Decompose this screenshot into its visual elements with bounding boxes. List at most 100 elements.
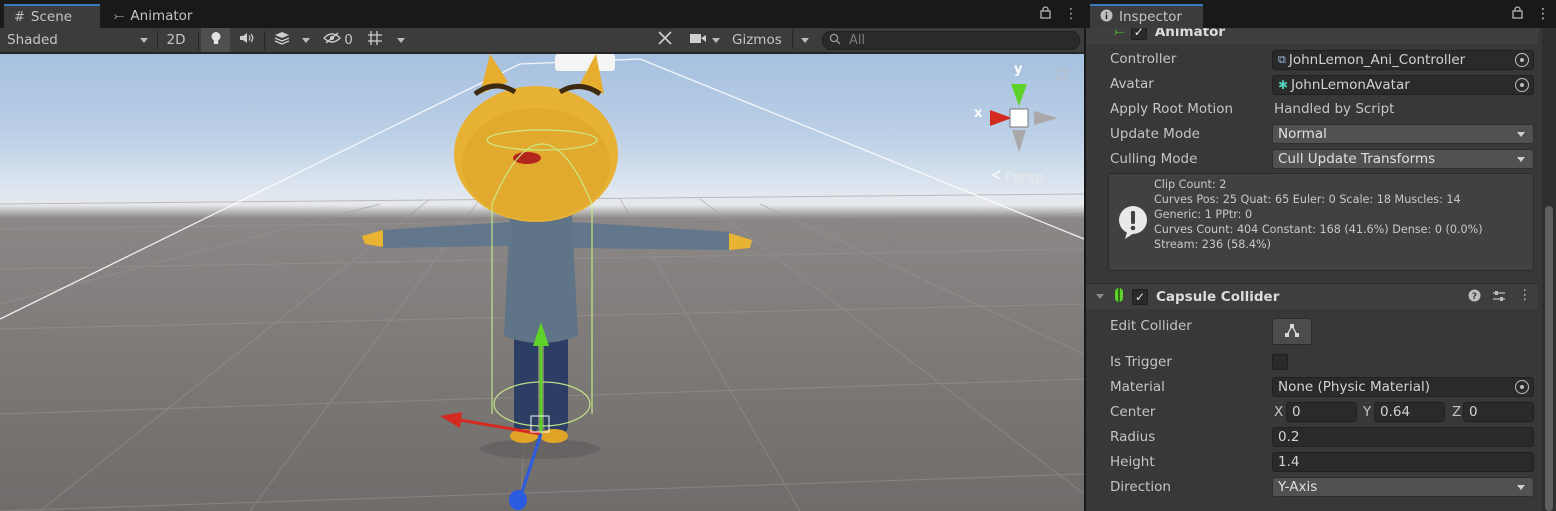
controller-field[interactable]: ⧉ JohnLemon_Ani_Controller [1272, 50, 1534, 70]
object-picker-icon[interactable] [1515, 380, 1529, 394]
more-vert-icon[interactable]: ⋮ [1536, 6, 1550, 22]
camera-icon [689, 32, 707, 48]
edit-collider-icon [1284, 323, 1300, 341]
gizmo-y-label: y [1014, 62, 1023, 77]
mode-2d-label: 2D [166, 32, 186, 48]
tab-scene-label: Scene [30, 9, 73, 25]
avatar-icon: ✱ [1278, 78, 1289, 92]
help-icon[interactable]: ? [1468, 289, 1481, 306]
warning-icon [1117, 204, 1149, 244]
character-shadow [480, 439, 600, 459]
scene-search-input[interactable]: All [822, 31, 1080, 50]
radius-field[interactable]: 0.2 [1272, 427, 1534, 447]
inspector-scrollbar-thumb[interactable] [1545, 206, 1553, 511]
info-icon [1100, 9, 1113, 26]
object-picker-icon[interactable] [1515, 53, 1529, 67]
capsule-collider-header[interactable]: ✓ Capsule Collider ? ⋮ [1086, 283, 1538, 309]
speaker-icon [239, 32, 255, 48]
projection-label[interactable]: Persp [1005, 170, 1044, 186]
hidden-objects-toggle[interactable]: 0 [318, 28, 358, 52]
tools-button[interactable] [650, 28, 680, 52]
inspector-panel: Inspector ⋮ ⤚ ✓ Animator Inspector ⋮ Con… [1086, 0, 1556, 511]
animator-info-box: Clip Count: 2 Curves Pos: 25 Quat: 65 Eu… [1108, 173, 1534, 271]
direction-dropdown[interactable]: Y-Axis [1272, 477, 1534, 497]
chevron-down-icon [397, 37, 405, 43]
presets-icon[interactable] [1492, 289, 1506, 307]
radius-value: 0.2 [1278, 429, 1300, 445]
root-motion-label: Apply Root Motion [1110, 101, 1234, 117]
tools-icon [657, 30, 673, 50]
center-x-label: X [1274, 404, 1284, 420]
tab-scene[interactable]: # Scene [4, 4, 100, 28]
is-trigger-checkbox[interactable] [1272, 354, 1288, 370]
center-label: Center [1110, 404, 1156, 420]
scene-render [0, 54, 1084, 511]
material-field[interactable]: None (Physic Material) [1272, 377, 1534, 397]
draw-mode-label: Shaded [7, 32, 58, 48]
lock-icon[interactable] [1040, 6, 1051, 23]
object-picker-icon[interactable] [1515, 78, 1529, 92]
more-vert-icon[interactable]: ⋮ [1064, 6, 1078, 22]
mode-2d-button[interactable]: 2D [160, 28, 192, 52]
search-icon [829, 33, 841, 49]
info-line-3: Generic: 1 PPtr: 0 [1154, 208, 1253, 221]
tab-inspector-label: Inspector [1119, 9, 1182, 25]
foldout-arrow-icon[interactable] [1096, 294, 1104, 299]
culling-mode-label: Culling Mode [1110, 151, 1198, 167]
chevron-down-icon [1517, 157, 1525, 162]
gizmos-dropdown[interactable]: Gizmos [727, 28, 815, 52]
height-value: 1.4 [1278, 454, 1300, 470]
tab-animator[interactable]: ⤚ Animator [104, 4, 214, 28]
tab-animator-label: Animator [130, 8, 193, 24]
chevron-down-icon [140, 38, 148, 43]
update-mode-dropdown[interactable]: Normal [1272, 124, 1534, 144]
audio-toggle[interactable] [232, 28, 262, 52]
chevron-down-icon [1517, 485, 1525, 490]
is-trigger-label: Is Trigger [1110, 354, 1172, 370]
capsule-collider-enabled-checkbox[interactable]: ✓ [1132, 288, 1148, 305]
scene-toolbar: Shaded 2D 0 Gizmos All [0, 28, 1084, 53]
lock-icon[interactable] [1512, 6, 1523, 23]
layers-icon [274, 31, 290, 49]
direction-value: Y-Axis [1278, 479, 1318, 495]
draw-mode-dropdown[interactable]: Shaded [0, 28, 156, 52]
info-line-4: Curves Count: 404 Constant: 168 (41.6%) … [1154, 223, 1483, 236]
height-label: Height [1110, 454, 1155, 470]
separator [264, 31, 265, 50]
info-line-1: Clip Count: 2 [1154, 178, 1227, 191]
effects-dropdown[interactable] [267, 28, 317, 52]
avatar-label: Avatar [1110, 76, 1154, 92]
grid-snap-icon [367, 30, 383, 50]
avatar-value: JohnLemonAvatar [1291, 77, 1410, 93]
animator-controller-icon: ⧉ [1278, 53, 1286, 66]
controller-value: JohnLemon_Ani_Controller [1288, 52, 1466, 68]
edit-collider-button[interactable] [1272, 318, 1312, 345]
chevron-down-icon [302, 37, 310, 43]
direction-label: Direction [1110, 479, 1171, 495]
edit-collider-label: Edit Collider [1110, 318, 1192, 334]
center-y-field[interactable]: 0.64 [1374, 402, 1445, 422]
center-z-label: Z [1452, 404, 1462, 420]
gizmos-label: Gizmos [732, 32, 782, 48]
grid-dropdown[interactable] [360, 28, 412, 52]
scene-viewport[interactable]: y x Persp [0, 54, 1084, 511]
radius-label: Radius [1110, 429, 1156, 445]
lightbulb-icon [210, 31, 222, 50]
eye-slash-icon [323, 32, 342, 48]
center-z-field[interactable]: 0 [1463, 402, 1534, 422]
center-x-value: 0 [1292, 404, 1301, 420]
height-field[interactable]: 1.4 [1272, 452, 1534, 472]
chevron-down-icon [711, 37, 720, 43]
lighting-toggle[interactable] [201, 28, 230, 52]
center-z-value: 0 [1469, 404, 1478, 420]
tab-inspector-overlay[interactable]: Inspector [1090, 4, 1203, 28]
camera-dropdown[interactable] [683, 28, 725, 52]
material-value: None (Physic Material) [1278, 379, 1431, 395]
search-placeholder: All [849, 33, 866, 48]
more-vert-icon[interactable]: ⋮ [1518, 287, 1532, 303]
avatar-field[interactable]: ✱ JohnLemonAvatar [1272, 75, 1534, 95]
center-x-field[interactable]: 0 [1286, 402, 1357, 422]
culling-mode-dropdown[interactable]: Cull Update Transforms [1272, 149, 1534, 169]
svg-text:?: ? [1472, 292, 1477, 302]
info-line-5: Stream: 236 (58.4%) [1154, 238, 1271, 251]
